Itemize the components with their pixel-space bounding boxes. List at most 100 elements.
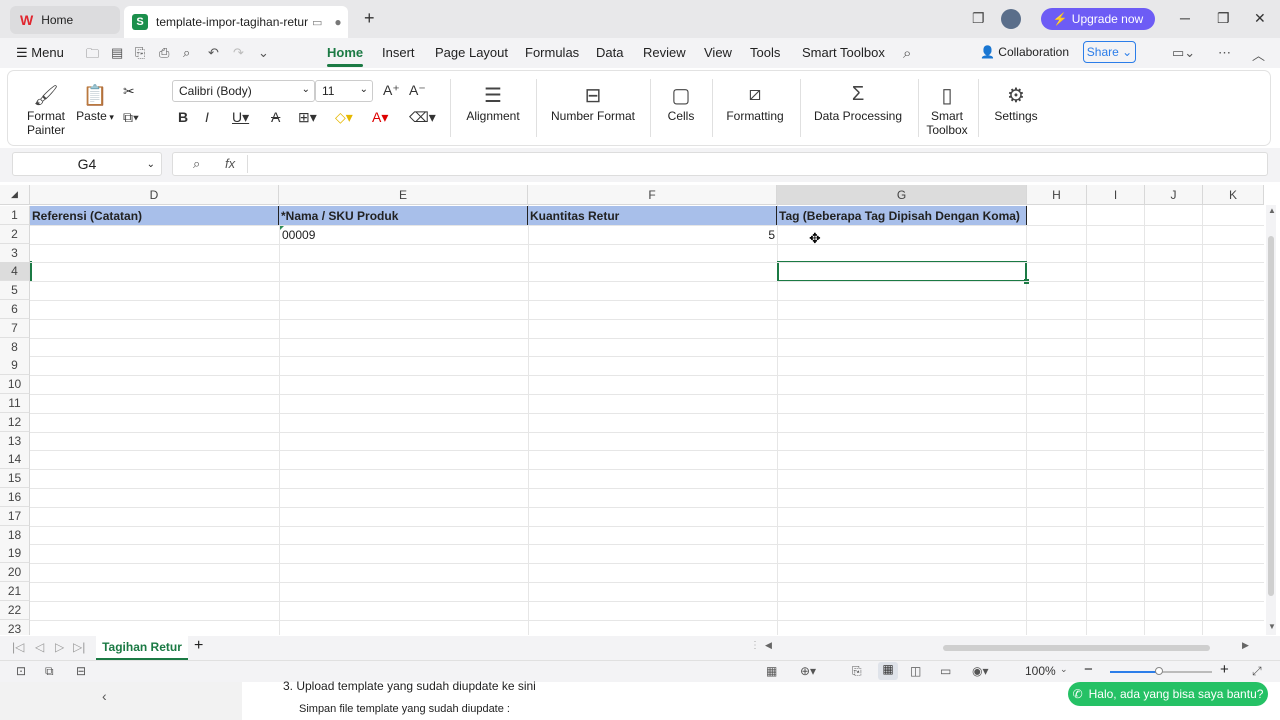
fx-icon[interactable]: fx: [225, 156, 235, 171]
normal-view-icon[interactable]: ▦: [878, 662, 898, 680]
formula-input[interactable]: ⌕ fx: [172, 152, 1268, 176]
row-header-13[interactable]: 13: [0, 431, 30, 451]
eye-protection-icon[interactable]: ◉▾: [972, 664, 989, 678]
cell-g1[interactable]: Tag (Beberapa Tag Dipisah Dengan Koma): [777, 206, 1027, 225]
row-header-20[interactable]: 20: [0, 563, 30, 583]
column-header-i[interactable]: I: [1087, 185, 1145, 205]
chevron-left-icon[interactable]: ‹: [102, 688, 107, 704]
clear-icon[interactable]: ⌫▾: [409, 109, 436, 126]
share-button[interactable]: Share ⌄: [1083, 41, 1136, 63]
unsaved-dot-icon[interactable]: ●: [334, 15, 341, 29]
cell-f2[interactable]: 5: [740, 228, 775, 242]
column-header-f[interactable]: F: [528, 185, 777, 205]
minimize-icon[interactable]: ─: [1180, 10, 1190, 26]
row-header-3[interactable]: 3: [0, 243, 30, 263]
column-header-d[interactable]: D: [30, 185, 279, 205]
menu-item-view[interactable]: View: [704, 45, 732, 60]
menu-button[interactable]: ☰ Menu: [16, 45, 64, 61]
search-icon[interactable]: ⌕: [903, 45, 911, 62]
bold-icon[interactable]: B: [178, 109, 188, 125]
export-icon[interactable]: ⎘: [135, 45, 145, 61]
fullscreen-icon[interactable]: ⤢: [1252, 664, 1262, 679]
menu-item-home[interactable]: Home: [327, 45, 364, 67]
horizontal-scroll-thumb[interactable]: [943, 645, 1210, 651]
row-header-23[interactable]: 23: [0, 619, 30, 635]
column-header-e[interactable]: E: [279, 185, 528, 205]
settings-button[interactable]: ⚙ Settings: [988, 83, 1044, 123]
window-icon[interactable]: ❐: [972, 10, 985, 27]
menu-item-data[interactable]: Data: [596, 45, 623, 60]
save-icon[interactable]: ▤: [111, 45, 123, 61]
prev-sheet-icon[interactable]: ◁: [35, 640, 44, 654]
zoom-out-icon[interactable]: −: [1084, 661, 1093, 678]
copy-icon[interactable]: ⧉▾: [123, 109, 139, 126]
scroll-right-icon[interactable]: ▶: [1242, 640, 1249, 651]
print-preview-icon[interactable]: ⌕: [183, 45, 190, 61]
paste-button[interactable]: 📋 Paste ▾: [74, 83, 116, 123]
vertical-scroll-thumb[interactable]: [1268, 236, 1274, 596]
page-break-icon[interactable]: ⎘: [852, 664, 862, 679]
menu-item-tools[interactable]: Tools: [750, 45, 780, 60]
record-icon[interactable]: ⧉: [45, 664, 54, 679]
menu-item-review[interactable]: Review: [643, 45, 686, 60]
cell-f1[interactable]: Kuantitas Retur: [528, 206, 777, 225]
last-sheet-icon[interactable]: ▷|: [73, 640, 85, 654]
column-header-h[interactable]: H: [1027, 185, 1087, 205]
zoom-in-icon[interactable]: +: [1220, 661, 1229, 678]
selected-cell-g4[interactable]: [777, 261, 1027, 282]
sheet-tab-tagihan-retur[interactable]: Tagihan Retur: [96, 636, 188, 660]
zoom-slider-handle[interactable]: [1155, 667, 1163, 675]
strikethrough-icon[interactable]: A: [271, 109, 280, 125]
cell-d1[interactable]: Referensi (Catatan): [30, 206, 279, 225]
menu-item-insert[interactable]: Insert: [382, 45, 415, 60]
open-folder-icon[interactable]: 🗀: [86, 45, 99, 67]
number-format-button[interactable]: ⊟ Number Format: [546, 83, 640, 123]
row-header-7[interactable]: 7: [0, 318, 30, 338]
row-header-21[interactable]: 21: [0, 582, 30, 601]
row-header-10[interactable]: 10: [0, 375, 30, 395]
more-quick-chevron-icon[interactable]: ⌄: [258, 45, 269, 61]
macro-icon[interactable]: ⊡: [16, 664, 26, 678]
next-sheet-icon[interactable]: ▷: [55, 640, 64, 654]
upgrade-button[interactable]: ⚡ Upgrade now: [1041, 8, 1155, 30]
sheet-list-icon[interactable]: ⊟: [76, 664, 86, 678]
formatting-button[interactable]: ⧄ Formatting: [720, 83, 790, 123]
add-sheet-icon[interactable]: +: [194, 637, 203, 655]
smart-toolbox-button[interactable]: ▯ Smart Toolbox: [926, 83, 968, 137]
zoom-formula-icon[interactable]: ⌕: [193, 156, 200, 172]
scroll-down-icon[interactable]: ▼: [1268, 622, 1276, 631]
menu-item-formulas[interactable]: Formulas: [525, 45, 579, 60]
table-view-icon[interactable]: ▦: [766, 664, 777, 678]
row-header-4[interactable]: 4: [0, 262, 30, 282]
alignment-button[interactable]: ☰ Alignment: [458, 83, 528, 123]
row-header-17[interactable]: 17: [0, 506, 30, 526]
freeze-icon[interactable]: ⊕▾: [800, 664, 816, 678]
column-header-k[interactable]: K: [1203, 185, 1264, 205]
scroll-left-icon[interactable]: ◀: [765, 640, 772, 651]
format-painter-button[interactable]: 🖌 Format Painter: [22, 83, 70, 137]
name-box[interactable]: G4 ⌄: [12, 152, 162, 176]
tab-home[interactable]: W Home: [10, 6, 120, 34]
scroll-up-icon[interactable]: ▲: [1268, 206, 1276, 215]
row-header-8[interactable]: 8: [0, 337, 30, 357]
column-header-j[interactable]: J: [1145, 185, 1203, 205]
collaboration-button[interactable]: 👤 Collaboration: [980, 45, 1069, 59]
menu-item-page-layout[interactable]: Page Layout: [435, 45, 508, 60]
zoom-level[interactable]: 100%: [1025, 664, 1056, 678]
first-sheet-icon[interactable]: |◁: [12, 640, 24, 654]
italic-icon[interactable]: I: [205, 109, 209, 125]
data-processing-button[interactable]: Σ Data Processing: [808, 83, 908, 123]
whatsapp-chat-button[interactable]: ✆ Halo, ada yang bisa saya bantu?: [1068, 682, 1268, 706]
row-header-15[interactable]: 15: [0, 469, 30, 489]
collapse-ribbon-icon[interactable]: ︿: [1252, 45, 1265, 64]
tab-document[interactable]: S template-impor-tagihan-retur ▭ ●: [124, 6, 348, 38]
row-header-12[interactable]: 12: [0, 412, 30, 432]
borders-icon[interactable]: ⊞▾: [298, 109, 317, 126]
row-header-19[interactable]: 19: [0, 544, 30, 564]
zoom-chevron-icon[interactable]: ⌄: [1060, 664, 1068, 675]
avatar[interactable]: [1001, 9, 1021, 29]
fill-color-icon[interactable]: ◇▾: [335, 109, 353, 126]
cell-e1[interactable]: *Nama / SKU Produk: [279, 206, 528, 225]
row-header-18[interactable]: 18: [0, 525, 30, 545]
select-all-corner[interactable]: ◢: [0, 185, 30, 205]
